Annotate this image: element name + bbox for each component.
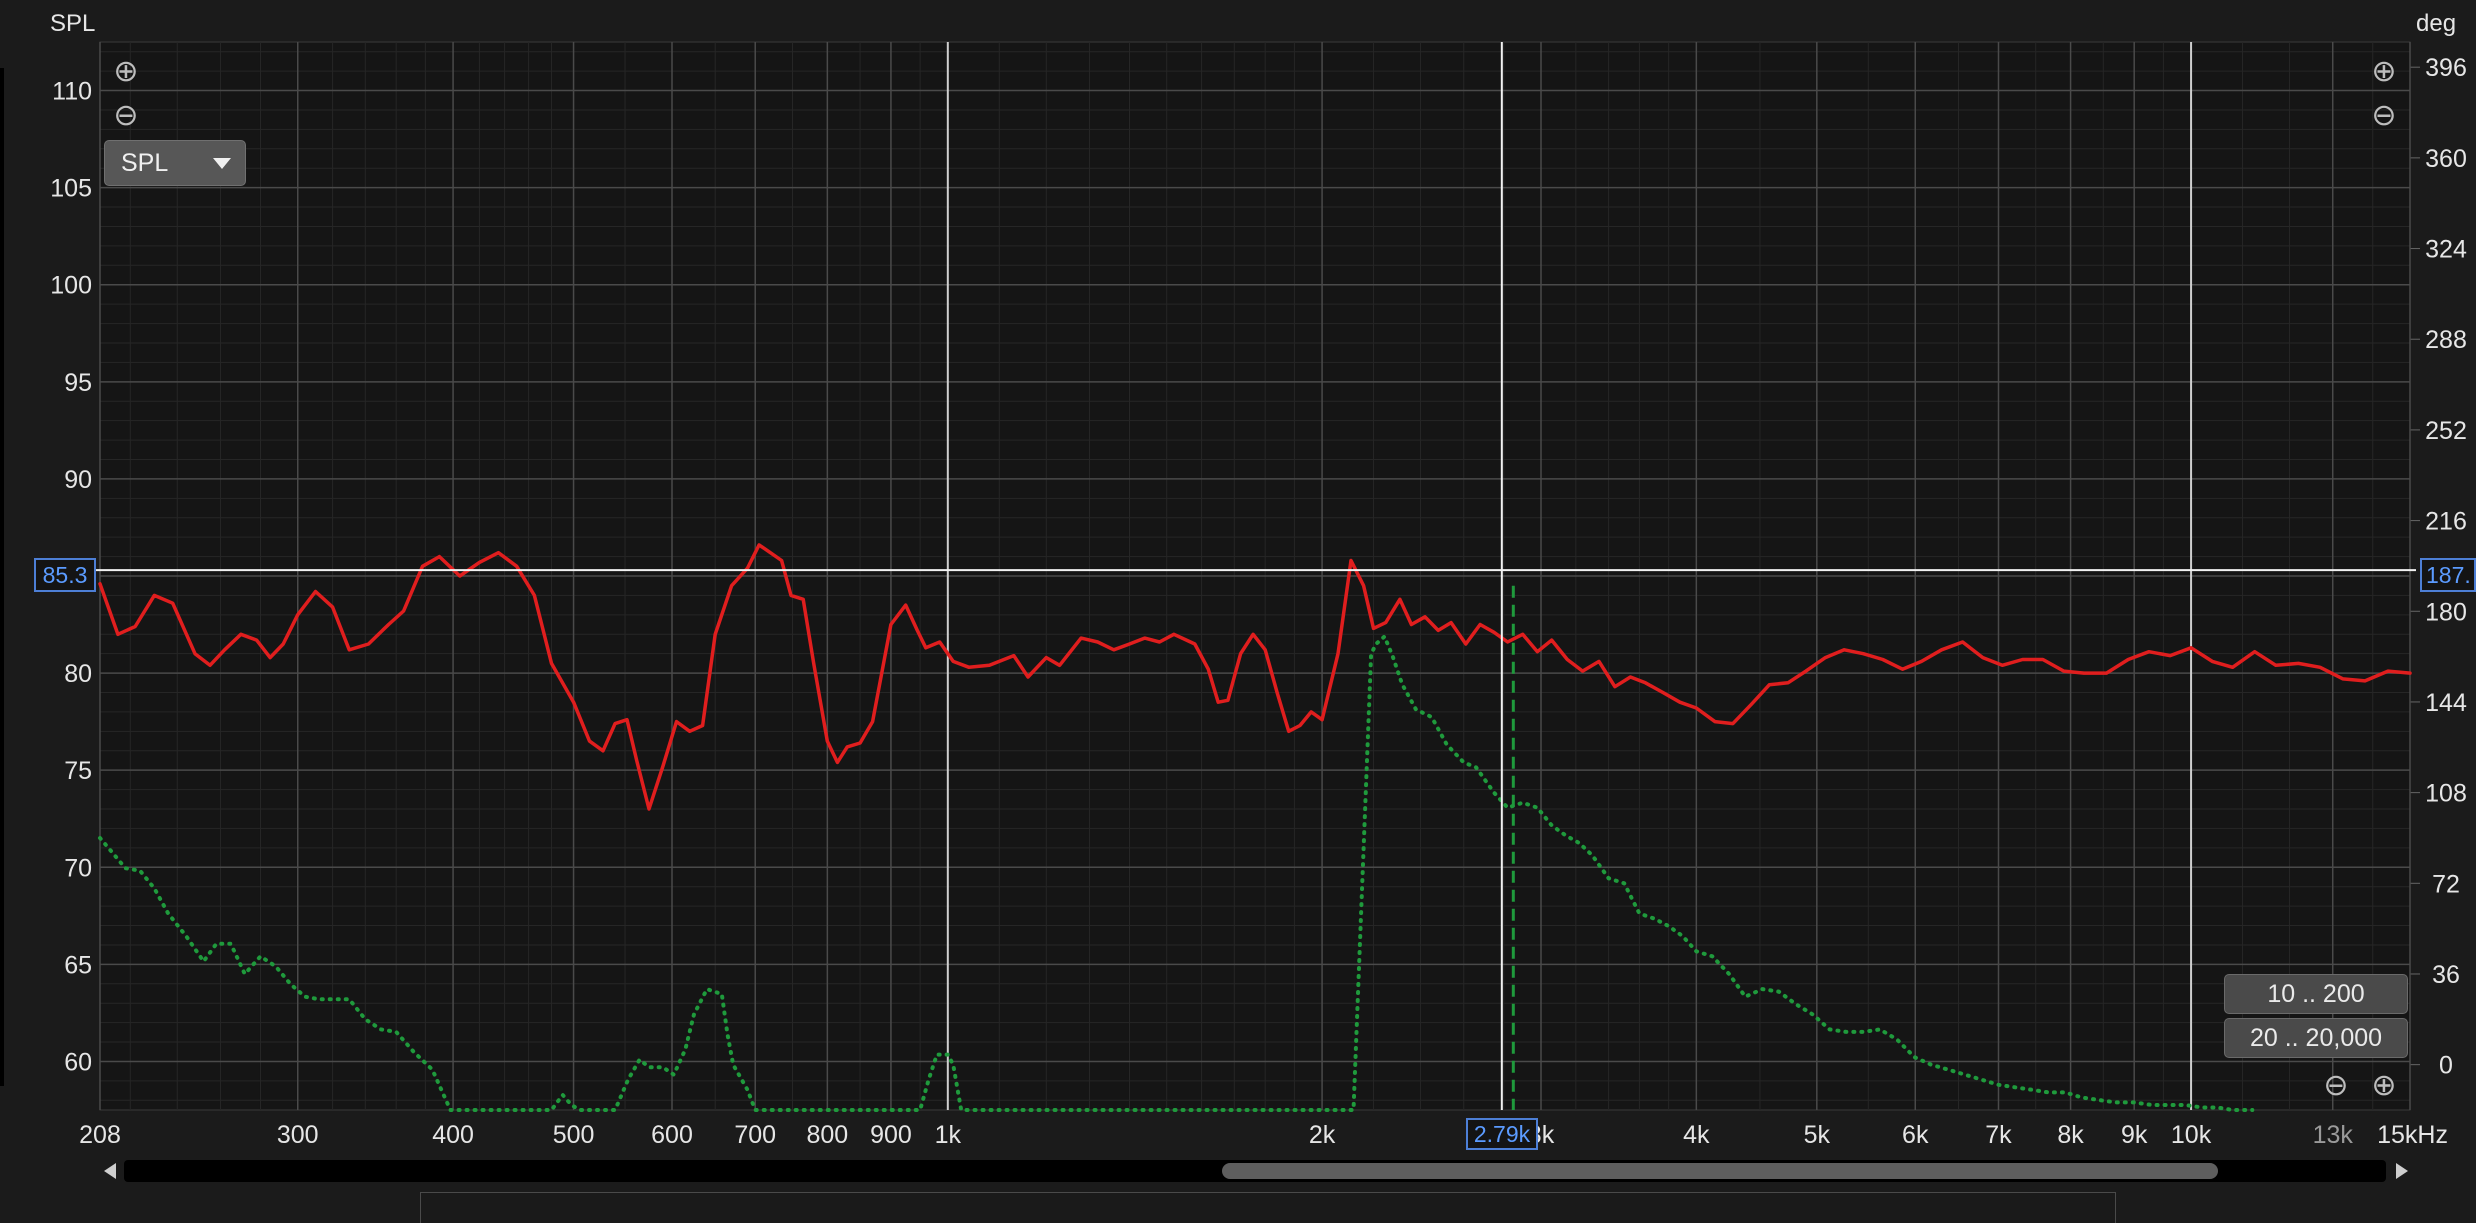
- x-tick-label: 1k: [935, 1121, 962, 1149]
- spl-chart[interactable]: 6065707580859095100105110036721081441802…: [0, 0, 2476, 1214]
- zoom-out-icon[interactable]: ⊖: [106, 96, 146, 136]
- y-tick-label: 110: [52, 78, 92, 106]
- y2-tick-label: 360: [2425, 145, 2467, 173]
- y-tick-label: 60: [64, 1048, 92, 1076]
- arrow-left-icon[interactable]: [104, 1163, 116, 1179]
- x-tick-label: 500: [553, 1121, 595, 1149]
- x-tick-label: 800: [806, 1121, 848, 1149]
- x-tick-label: 600: [651, 1121, 693, 1149]
- graph-type-dropdown[interactable]: SPL: [104, 140, 246, 186]
- x-tick-label: 10k: [2171, 1121, 2212, 1149]
- x-tick-label: 900: [870, 1121, 912, 1149]
- scrollbar-thumb[interactable]: [1222, 1163, 2218, 1179]
- y-tick-label: 90: [64, 466, 92, 494]
- cursor-y2-readout: 187.: [2420, 558, 2476, 592]
- x-tick-label: 300: [277, 1121, 319, 1149]
- zoom-in-icon[interactable]: ⊕: [2364, 1066, 2404, 1106]
- y2-tick-label: 216: [2425, 508, 2467, 536]
- zoom-in-icon[interactable]: ⊕: [106, 52, 146, 92]
- x-tick-label: 400: [432, 1121, 474, 1149]
- y-tick-label: 65: [64, 951, 92, 979]
- cursor-y-readout: 85.3: [34, 558, 96, 592]
- x-tick-label: 7k: [1985, 1121, 2012, 1149]
- y2-tick-label: 72: [2432, 870, 2460, 898]
- y-tick-label: 95: [64, 369, 92, 397]
- zoom-out-icon[interactable]: ⊖: [2316, 1066, 2356, 1106]
- x-tick-label: 15kHz: [2377, 1121, 2448, 1149]
- arrow-right-icon[interactable]: [2396, 1163, 2408, 1179]
- x-tick-label: 8k: [2057, 1121, 2084, 1149]
- range-preset-button-2[interactable]: 20 .. 20,000: [2224, 1018, 2408, 1058]
- y2-tick-label: 108: [2425, 780, 2467, 808]
- x-tick-label: 5k: [1804, 1121, 1831, 1149]
- dropdown-label: SPL: [121, 148, 169, 177]
- legend-panel: [420, 1192, 2116, 1223]
- y-tick-label: 70: [64, 854, 92, 882]
- cursor-x-readout: 2.79k: [1466, 1118, 1538, 1150]
- y2-tick-label: 288: [2425, 326, 2467, 354]
- y2-tick-label: 180: [2425, 598, 2467, 626]
- y2-tick-label: 36: [2432, 961, 2460, 989]
- y-tick-label: 105: [50, 175, 92, 203]
- y2-tick-label: 144: [2425, 689, 2467, 717]
- x-tick-label: 9k: [2121, 1121, 2148, 1149]
- x-tick-label: 4k: [1683, 1121, 1710, 1149]
- x-tick-label: 6k: [1902, 1121, 1929, 1149]
- range-preset-button-1[interactable]: 10 .. 200: [2224, 974, 2408, 1014]
- y-tick-label: 75: [64, 757, 92, 785]
- y-tick-label: 80: [64, 660, 92, 688]
- x-tick-label: 13k: [2313, 1121, 2354, 1149]
- zoom-in-icon[interactable]: ⊕: [2364, 52, 2404, 92]
- y2-tick-label: 252: [2425, 417, 2467, 445]
- x-tick-label: 208: [79, 1121, 121, 1149]
- y2-tick-label: 324: [2425, 236, 2467, 264]
- x-tick-label: 700: [734, 1121, 776, 1149]
- chevron-down-icon: [213, 158, 231, 169]
- y-tick-label: 100: [50, 272, 92, 300]
- zoom-out-icon[interactable]: ⊖: [2364, 96, 2404, 136]
- y2-tick-label: 0: [2439, 1052, 2453, 1080]
- measurement-window: SPL deg 60657075808590951001051100367210…: [0, 0, 2476, 1223]
- x-tick-label: 2k: [1309, 1121, 1336, 1149]
- y2-tick-label: 396: [2425, 54, 2467, 82]
